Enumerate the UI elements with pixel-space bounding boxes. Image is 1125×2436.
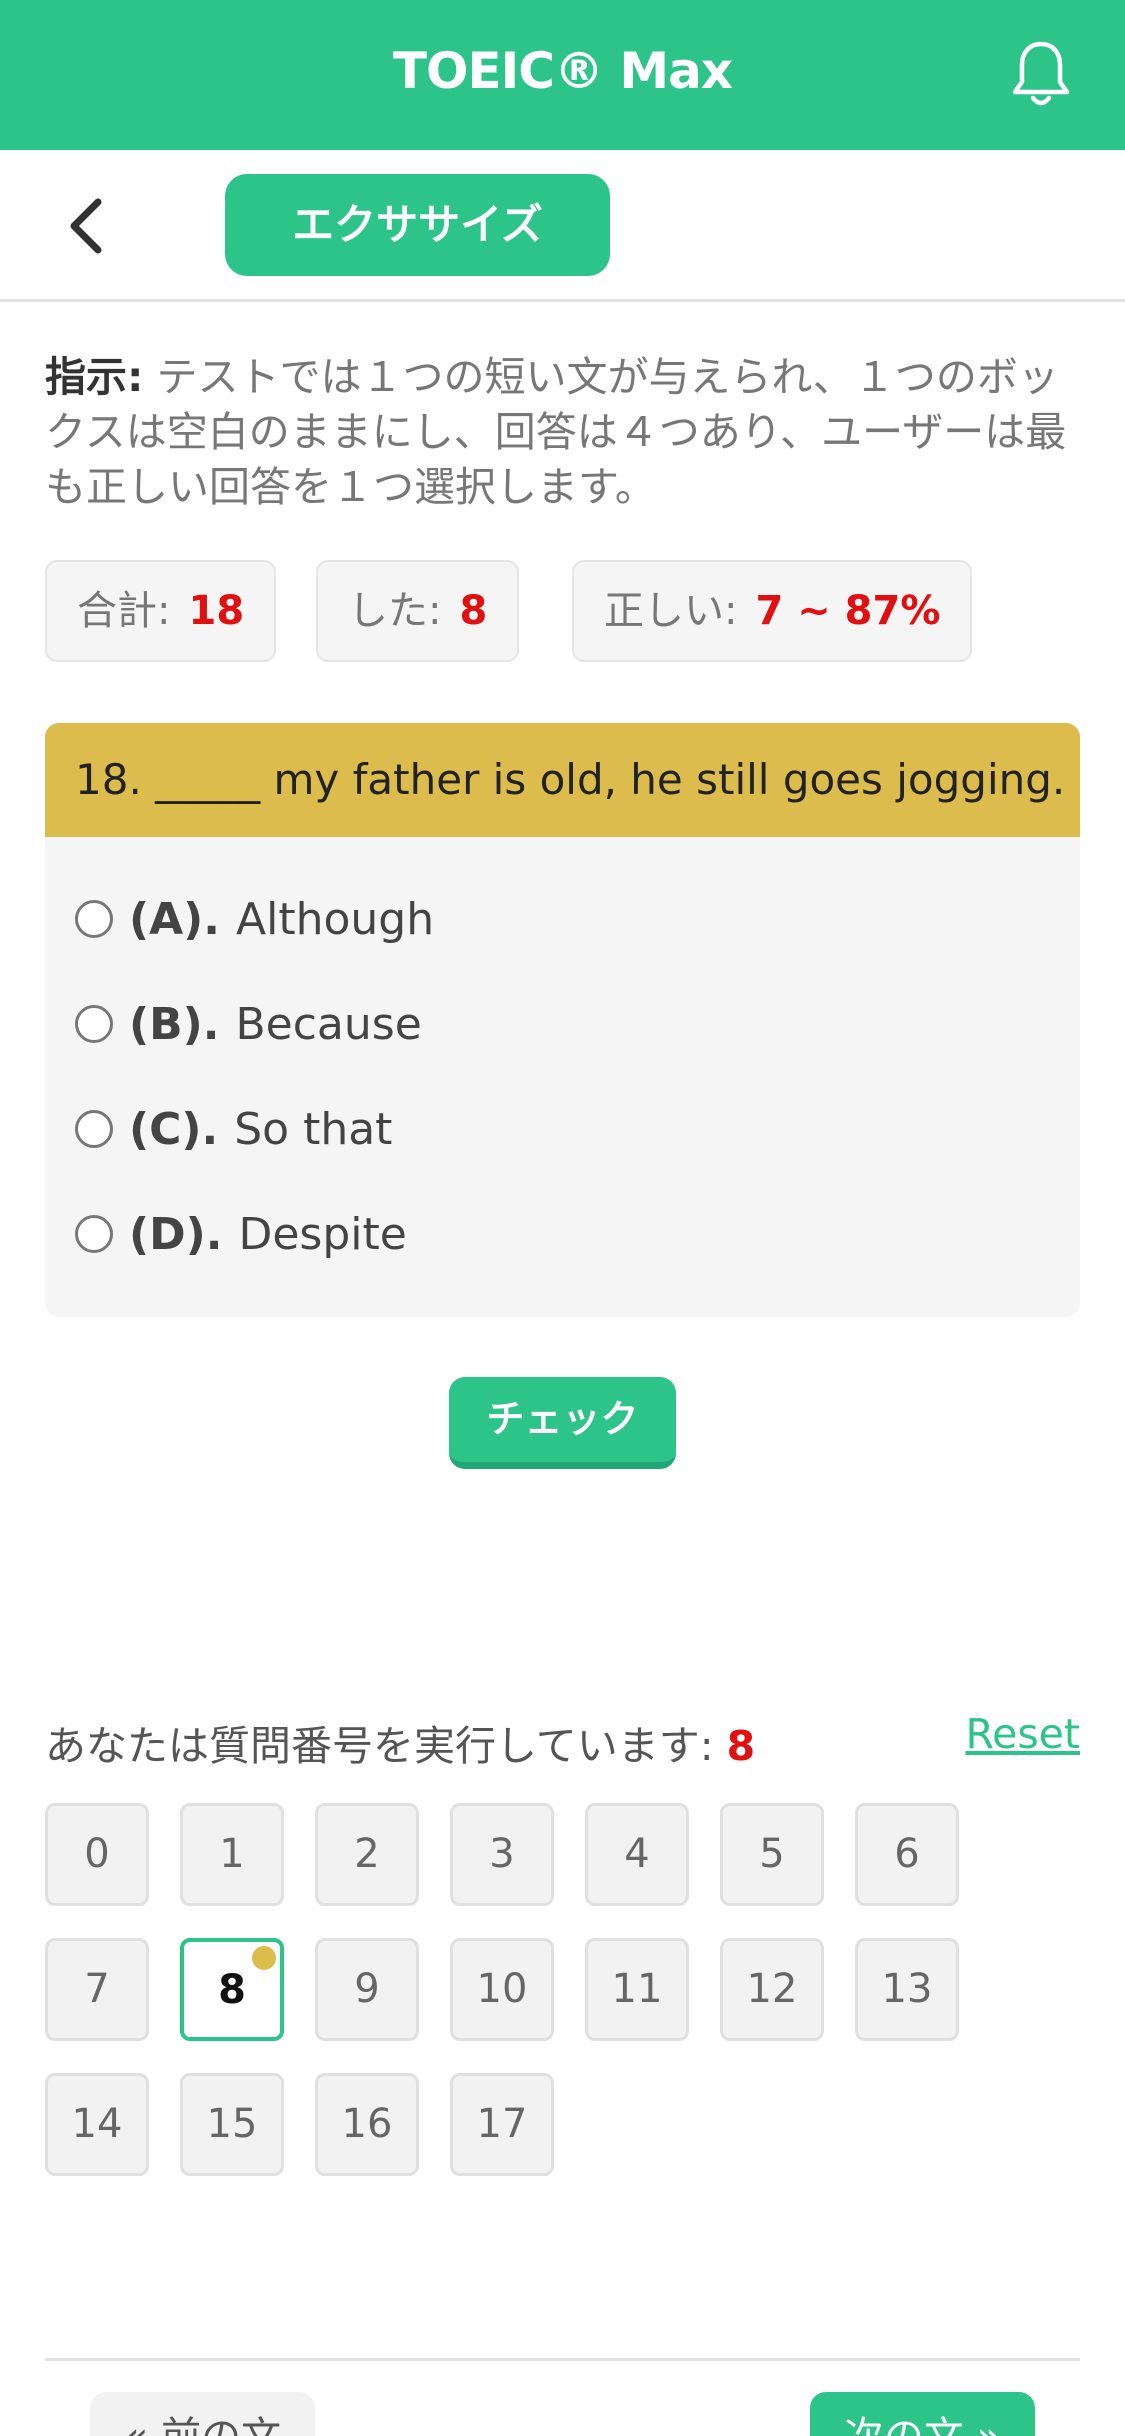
prev-sentence-button[interactable]: « 前の文 xyxy=(90,2392,315,2436)
question-text: 18. _____ my father is old, he still goe… xyxy=(45,723,1080,837)
question-number-button[interactable]: 9 xyxy=(315,1938,419,2041)
stat-done-value: 8 xyxy=(459,588,488,634)
question-number-button[interactable]: 10 xyxy=(450,1938,554,2041)
app-title: TOEIC® Max xyxy=(392,42,733,100)
stat-correct: 正しい: 7 ~ 87% xyxy=(572,560,973,662)
stat-total-value: 18 xyxy=(188,588,245,634)
option-letter: (D). xyxy=(129,1208,223,1260)
question-number-button[interactable]: 17 xyxy=(450,2073,554,2176)
progress-label: あなたは質問番号を実行しています: 8 xyxy=(45,1712,755,1772)
option-a[interactable]: (A). Although xyxy=(75,889,434,949)
question-number-button[interactable]: 7 xyxy=(45,1938,149,2041)
instructions-text: テストでは１つの短い文が与えられ、１つのボックスは空白のままにし、回答は４つあり… xyxy=(45,353,1067,511)
check-button[interactable]: チェック xyxy=(449,1377,676,1469)
question-number-button[interactable]: 15 xyxy=(180,2073,284,2176)
question-number-button[interactable]: 5 xyxy=(720,1803,824,1906)
radio-button[interactable] xyxy=(75,1005,113,1043)
question-number-button[interactable]: 13 xyxy=(855,1938,959,2041)
instructions-label: 指示: xyxy=(45,353,144,401)
stat-done: した: 8 xyxy=(316,560,520,662)
back-chevron-icon[interactable] xyxy=(62,196,112,256)
stat-done-label: した: xyxy=(348,588,442,634)
radio-button[interactable] xyxy=(75,1215,113,1253)
progress-label-text: あなたは質問番号を実行しています: xyxy=(45,1722,714,1770)
option-letter: (A). xyxy=(129,893,220,945)
stat-total: 合計: 18 xyxy=(45,560,277,662)
stat-total-label: 合計: xyxy=(77,588,171,634)
question-number-button[interactable]: 2 xyxy=(315,1803,419,1906)
question-number-button[interactable]: 3 xyxy=(450,1803,554,1906)
question-number-button[interactable]: 12 xyxy=(720,1938,824,2041)
question-number-button[interactable]: 11 xyxy=(585,1938,689,2041)
question-number-grid: 0 1 2 3 4 5 6 7 8 9 10 11 12 13 14 15 16… xyxy=(45,1803,1045,2178)
instructions: 指示: テストでは１つの短い文が与えられ、１つのボックスは空白のままにし、回答は… xyxy=(45,350,1080,515)
stat-correct-label: 正しい: xyxy=(604,588,738,634)
current-indicator-dot xyxy=(252,1946,276,1970)
tab-exercise[interactable]: エクササイズ xyxy=(225,174,610,276)
question-number-button[interactable]: 1 xyxy=(180,1803,284,1906)
bell-icon[interactable] xyxy=(1009,38,1073,110)
question-number-button[interactable]: 4 xyxy=(585,1803,689,1906)
option-d[interactable]: (D). Despite xyxy=(75,1204,407,1264)
radio-button[interactable] xyxy=(75,900,113,938)
question-number-button[interactable]: 16 xyxy=(315,2073,419,2176)
option-c[interactable]: (C). So that xyxy=(75,1099,392,1159)
stat-correct-value: 7 ~ 87% xyxy=(755,588,941,634)
option-text: Although xyxy=(236,893,435,945)
option-text: So that xyxy=(234,1103,393,1155)
footer-divider xyxy=(45,2358,1080,2361)
option-text: Despite xyxy=(238,1208,407,1260)
question-card: 18. _____ my father is old, he still goe… xyxy=(45,723,1080,1317)
question-number-button[interactable]: 0 xyxy=(45,1803,149,1906)
option-letter: (C). xyxy=(129,1103,219,1155)
radio-button[interactable] xyxy=(75,1110,113,1148)
question-number-button[interactable]: 6 xyxy=(855,1803,959,1906)
option-letter: (B). xyxy=(129,998,220,1050)
question-number-label: 8 xyxy=(218,1967,246,2013)
reset-link[interactable]: Reset xyxy=(965,1710,1080,1758)
app-bar: TOEIC® Max xyxy=(0,0,1125,150)
current-question-number: 8 xyxy=(726,1722,756,1770)
next-sentence-button[interactable]: 次の文 » xyxy=(810,2392,1035,2436)
option-b[interactable]: (B). Because xyxy=(75,994,422,1054)
question-number-button-current[interactable]: 8 xyxy=(180,1938,284,2041)
sub-header: エクササイズ xyxy=(0,150,1125,302)
option-text: Because xyxy=(235,998,422,1050)
question-number-button[interactable]: 14 xyxy=(45,2073,149,2176)
